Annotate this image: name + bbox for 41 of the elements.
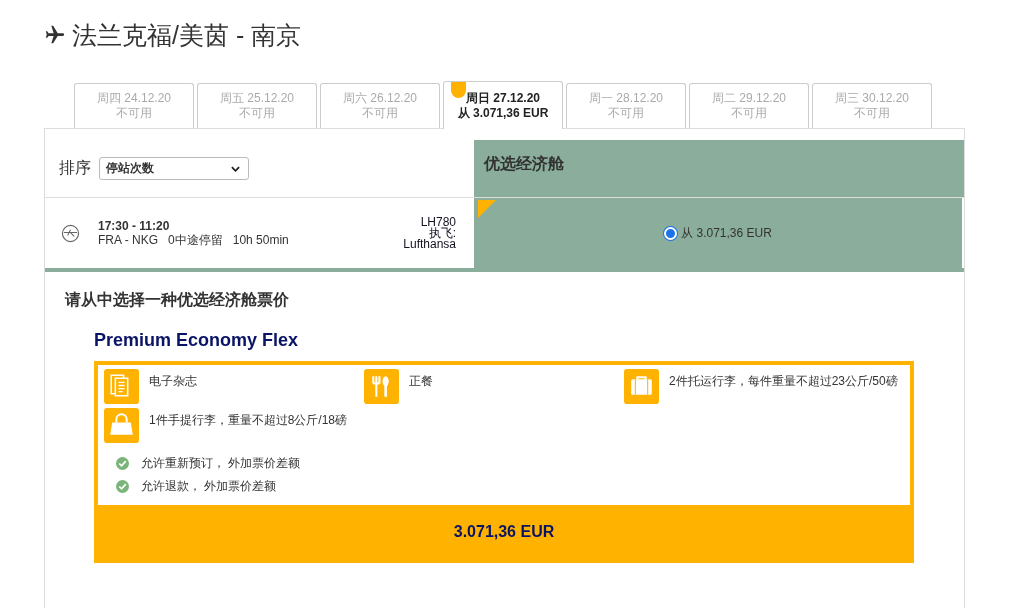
sort-dropdown[interactable]: 停站次数: [99, 157, 249, 180]
feature-text: 电子杂志: [149, 373, 197, 388]
check-icon: [116, 457, 129, 470]
badge-icon: [451, 82, 466, 98]
airline-name: Lufthansa: [403, 238, 456, 250]
radio-button[interactable]: [664, 226, 678, 240]
date-tab[interactable]: 周四 24.12.20 不可用: [74, 83, 194, 128]
date-tab[interactable]: 周一 28.12.20 不可用: [566, 83, 686, 128]
fare-option[interactable]: 从 3.071,36 EUR: [664, 224, 772, 242]
chevron-down-icon: [231, 165, 240, 172]
flight-number: LH780: [420, 216, 456, 228]
date-tab[interactable]: 周日 27.12.20 从 3.071,36 EUR: [443, 81, 563, 129]
date-tab[interactable]: 周六 26.12.20 不可用: [320, 83, 440, 128]
date-tab[interactable]: 周二 29.12.20 不可用: [689, 83, 809, 128]
magazine-icon: [104, 369, 139, 404]
airplane-icon: [44, 24, 66, 46]
check-icon: [116, 480, 129, 493]
meal-icon: [364, 369, 399, 404]
fare-column-title: 优选经济舱: [484, 155, 564, 172]
duration: 10h 50min: [232, 233, 289, 247]
feature-text: 正餐: [409, 373, 433, 388]
feature-text: 2件托运行李，每件重量不超过23公斤/50磅: [669, 373, 898, 388]
date-tab[interactable]: 周五 25.12.20 不可用: [197, 83, 317, 128]
feature-text: 1件手提行李，重量不超过8公斤/18磅: [149, 412, 348, 427]
condition-text: 允许退款， 外加票价差额: [141, 478, 277, 495]
date-tab[interactable]: 周三 30.12.20 不可用: [812, 83, 932, 128]
flight-times: 17:30 - 11:20: [98, 219, 171, 233]
corner-flag-icon: [478, 200, 496, 218]
condition-text: 允许重新预订， 外加票价差额: [141, 455, 301, 472]
fare-name: Premium Economy Flex: [94, 330, 300, 351]
operated-by-label: 执飞:: [428, 227, 456, 239]
baggage-icon: [624, 369, 659, 404]
sort-label: 排序: [59, 158, 91, 178]
price-bar[interactable]: 3.071,36 EUR: [98, 505, 910, 559]
page-title: 法兰克福/美茵 - 南京: [72, 19, 302, 51]
route: FRA - NKG: [98, 233, 158, 247]
fare-price: 从 3.071,36 EUR: [681, 224, 772, 242]
stops: 0中途停留: [168, 233, 223, 247]
handbag-icon: [104, 408, 139, 443]
section-heading: 请从中选择一种优选经济舱票价: [65, 290, 290, 310]
total-price: 3.071,36 EUR: [453, 523, 555, 541]
